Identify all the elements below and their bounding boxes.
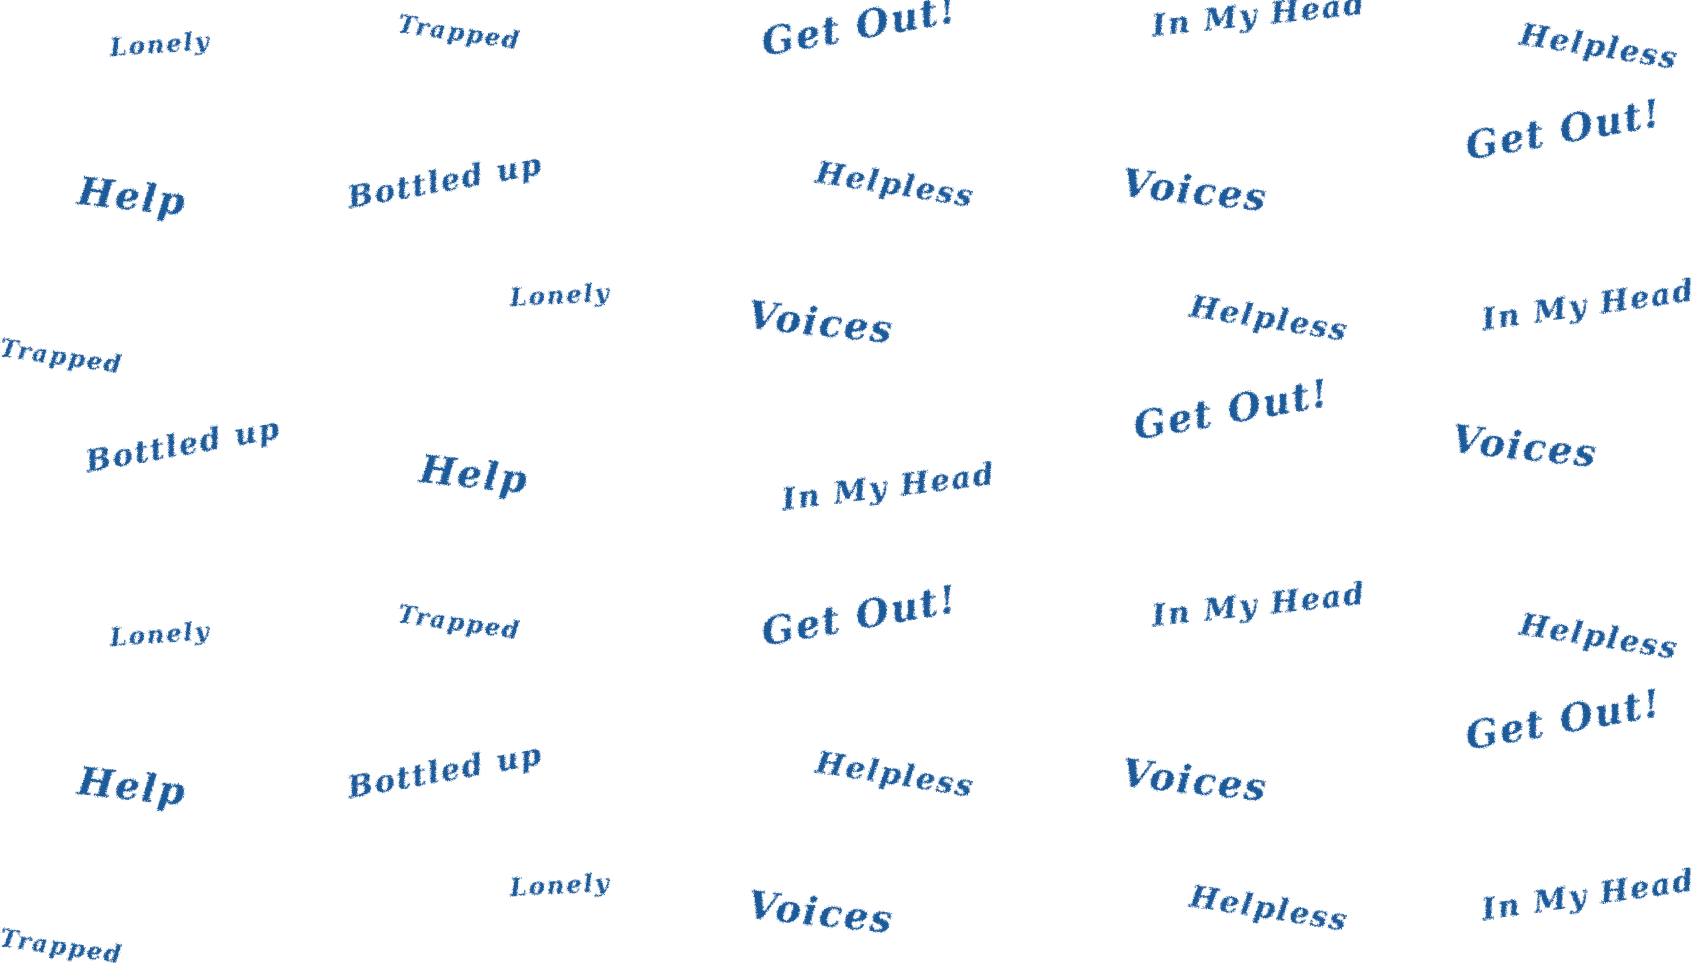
pattern-word: In My Head bbox=[1479, 863, 1698, 928]
pattern-word: In My Head bbox=[1479, 273, 1698, 338]
pattern-word: Helpless bbox=[1517, 607, 1681, 667]
pattern-word: Get Out! bbox=[1130, 369, 1334, 449]
pattern-word: Voices bbox=[745, 882, 897, 943]
pattern-word: Help bbox=[75, 758, 189, 815]
pattern-word: Trapped bbox=[396, 599, 523, 646]
pattern-word: In My Head bbox=[779, 456, 998, 518]
word-pattern-canvas: Lonely Trapped Get Out! In My Head Helpl… bbox=[0, 0, 1698, 965]
pattern-word: Get Out! bbox=[1462, 89, 1666, 169]
pattern-word: Trapped bbox=[0, 923, 125, 965]
pattern-word: Lonely bbox=[509, 867, 612, 902]
pattern-word: Bottled up bbox=[82, 410, 284, 480]
pattern-word: Get Out! bbox=[758, 0, 962, 65]
pattern-word: In My Head bbox=[1150, 0, 1368, 44]
pattern-word: Voices bbox=[1119, 750, 1271, 811]
pattern-word: Trapped bbox=[0, 333, 125, 380]
pattern-word: Voices bbox=[745, 292, 897, 353]
pattern-word: Helpless bbox=[1187, 879, 1351, 939]
pattern-word: Lonely bbox=[108, 26, 212, 62]
pattern-word: Get Out! bbox=[1462, 679, 1666, 759]
pattern-word: Help bbox=[417, 446, 531, 503]
pattern-word: In My Head bbox=[1150, 576, 1368, 634]
pattern-word: Helpless bbox=[1517, 17, 1681, 77]
pattern-word: Lonely bbox=[509, 277, 612, 312]
pattern-word: Helpless bbox=[813, 745, 977, 805]
pattern-word: Helpless bbox=[813, 155, 977, 215]
pattern-word: Help bbox=[75, 168, 189, 225]
pattern-word: Voices bbox=[1119, 160, 1271, 221]
pattern-word: Helpless bbox=[1187, 289, 1351, 349]
pattern-word: Trapped bbox=[396, 9, 523, 56]
pattern-word: Voices bbox=[1449, 416, 1601, 477]
pattern-word: Lonely bbox=[108, 616, 212, 652]
pattern-word: Get Out! bbox=[758, 575, 962, 655]
pattern-word: Bottled up bbox=[344, 736, 546, 806]
pattern-word: Bottled up bbox=[344, 146, 546, 216]
